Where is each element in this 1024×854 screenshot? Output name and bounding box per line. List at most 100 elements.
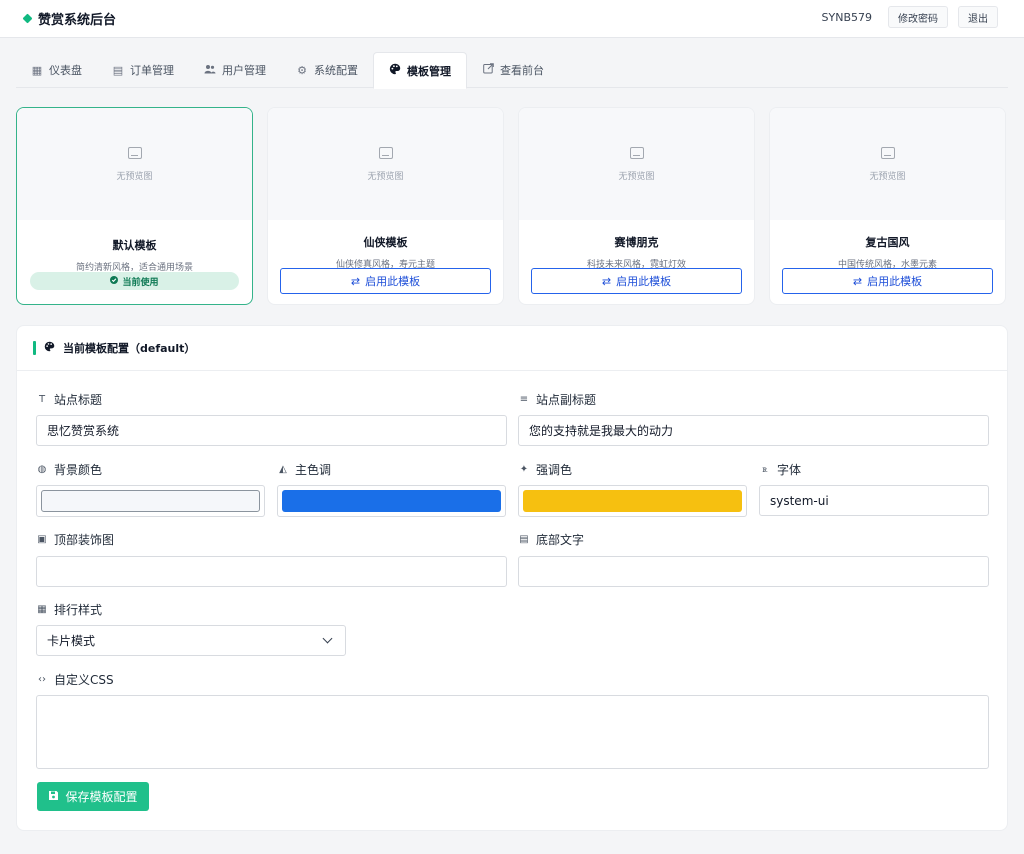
preview-placeholder-text: 无预览图 bbox=[367, 171, 404, 182]
footer-text-label: ▤ 底部文字 bbox=[519, 531, 584, 548]
tab-label: 系统配置 bbox=[314, 64, 358, 77]
custom-css-label: ‹› 自定义CSS bbox=[37, 671, 114, 688]
label-text: 强调色 bbox=[536, 463, 573, 477]
bg-color-picker[interactable] bbox=[36, 485, 265, 517]
panel-header: 当前模板配置（default） bbox=[17, 326, 1007, 371]
check-circle-icon bbox=[110, 275, 119, 287]
ranking-style-select[interactable]: 卡片模式 bbox=[36, 625, 346, 656]
document-icon: ▤ bbox=[519, 534, 529, 545]
label-text: 顶部装饰图 bbox=[54, 533, 115, 547]
button-label: 保存模板配置 bbox=[65, 790, 138, 804]
template-preview: 无预览图 bbox=[770, 108, 1005, 220]
tab-dashboard[interactable]: ▦ 仪表盘 bbox=[16, 52, 97, 88]
image-icon bbox=[880, 146, 895, 159]
select-value: 卡片模式 bbox=[47, 634, 96, 648]
label-text: 背景颜色 bbox=[54, 463, 103, 477]
preview-placeholder-text: 无预览图 bbox=[116, 171, 153, 182]
image-icon bbox=[127, 146, 142, 159]
top-bar: 赞赏系统后台 SYNB579 修改密码 退出 bbox=[0, 0, 1024, 38]
font-icon: ꭱ bbox=[762, 464, 768, 475]
primary-color-picker[interactable] bbox=[277, 485, 506, 517]
button-label: 启用此模板 bbox=[867, 275, 923, 288]
tab-label: 查看前台 bbox=[500, 64, 544, 77]
accent-color-swatch bbox=[523, 490, 742, 512]
tab-label: 订单管理 bbox=[130, 64, 174, 77]
image-icon: ▣ bbox=[37, 534, 47, 545]
chevron-down-icon bbox=[322, 633, 333, 644]
swap-icon: ⇄ bbox=[350, 274, 361, 288]
site-subtitle-label: ≡ 站点副标题 bbox=[519, 391, 596, 408]
palette-icon bbox=[389, 63, 401, 78]
label-text: 自定义CSS bbox=[54, 673, 114, 687]
custom-css-textarea[interactable] bbox=[36, 695, 989, 769]
template-title: 复古国风 bbox=[865, 236, 910, 249]
grid-icon: ▦ bbox=[37, 604, 47, 615]
site-title-input[interactable]: 思忆赞赏系统 bbox=[36, 415, 507, 446]
users-icon bbox=[204, 64, 216, 77]
template-title: 仙侠模板 bbox=[363, 236, 408, 249]
accent-color-picker[interactable] bbox=[518, 485, 747, 517]
site-title-label: T 站点标题 bbox=[37, 391, 102, 408]
change-password-button[interactable]: 修改密码 bbox=[888, 6, 948, 28]
logout-button[interactable]: 退出 bbox=[958, 6, 998, 28]
tab-orders[interactable]: ▤ 订单管理 bbox=[97, 52, 189, 88]
font-input[interactable]: system-ui bbox=[759, 485, 989, 516]
panel-title: 当前模板配置（default） bbox=[63, 342, 196, 355]
dashboard-icon: ▦ bbox=[31, 63, 43, 77]
accent-color-label: ✦ 强调色 bbox=[519, 461, 572, 478]
preview-placeholder-text: 无预览图 bbox=[869, 171, 906, 182]
primary-color-label: ◭ 主色调 bbox=[278, 461, 331, 478]
template-card-cyberpunk[interactable]: 无预览图 赛博朋克 科技未来风格，霓虹灯效 ⇄ 启用此模板 bbox=[518, 107, 755, 305]
template-card-default[interactable]: 无预览图 默认模板 简约清新风格，适合通用场景 当前使用 bbox=[16, 107, 253, 305]
template-card-xianxia[interactable]: 无预览图 仙侠模板 仙侠修真风格，寿元主题 ⇄ 启用此模板 bbox=[267, 107, 504, 305]
template-preview: 无预览图 bbox=[519, 108, 754, 220]
label-text: 底部文字 bbox=[536, 533, 585, 547]
accent-bar bbox=[33, 341, 36, 355]
ranking-style-label: ▦ 排行样式 bbox=[37, 601, 102, 618]
status-text: 当前使用 bbox=[122, 277, 159, 288]
label-text: 站点标题 bbox=[54, 393, 103, 407]
floppy-disk-icon bbox=[48, 790, 59, 804]
footer-text-input[interactable] bbox=[518, 556, 989, 587]
username: SYNB579 bbox=[821, 10, 872, 24]
label-text: 字体 bbox=[777, 463, 802, 477]
template-title: 赛博朋克 bbox=[614, 236, 659, 249]
bg-color-swatch bbox=[41, 490, 260, 512]
tab-template-management[interactable]: 模板管理 bbox=[373, 52, 467, 89]
code-icon: ‹› bbox=[38, 674, 46, 685]
save-template-config-button[interactable]: 保存模板配置 bbox=[37, 782, 149, 811]
primary-color-swatch bbox=[282, 490, 501, 512]
enable-template-button[interactable]: ⇄ 启用此模板 bbox=[531, 268, 742, 294]
subtitle-icon: ≡ bbox=[519, 394, 529, 405]
image-icon bbox=[378, 146, 393, 159]
text-icon: T bbox=[38, 394, 46, 405]
header-actions: SYNB579 修改密码 退出 bbox=[822, 6, 998, 28]
tab-users[interactable]: 用户管理 bbox=[189, 52, 281, 88]
header-image-input[interactable] bbox=[36, 556, 507, 587]
tab-label: 模板管理 bbox=[407, 64, 451, 78]
tab-label: 仪表盘 bbox=[49, 64, 82, 77]
main-tabs: ▦ 仪表盘 ▤ 订单管理 用户管理 ⚙ 系统配置 模板管理 查看前台 bbox=[16, 52, 1008, 89]
palette-icon bbox=[44, 341, 55, 355]
label-text: 主色调 bbox=[295, 463, 332, 477]
tab-view-frontend[interactable]: 查看前台 bbox=[467, 52, 559, 88]
template-title: 默认模板 bbox=[112, 239, 157, 252]
label-text: 站点副标题 bbox=[536, 393, 597, 407]
template-card-retro[interactable]: 无预览图 复古国风 中国传统风格，水墨元素 ⇄ 启用此模板 bbox=[769, 107, 1006, 305]
tab-system-config[interactable]: ⚙ 系统配置 bbox=[281, 52, 373, 88]
template-config-panel: 当前模板配置（default） T 站点标题 思忆赞赏系统 ≡ 站点副标题 您的… bbox=[16, 325, 1008, 831]
swap-icon: ⇄ bbox=[601, 274, 612, 288]
label-text: 排行样式 bbox=[54, 603, 103, 617]
app-title: 赞赏系统后台 bbox=[38, 13, 117, 28]
brand: 赞赏系统后台 bbox=[22, 9, 117, 28]
gear-icon: ⚙ bbox=[297, 63, 307, 77]
button-label: 启用此模板 bbox=[365, 275, 421, 288]
header-image-label: ▣ 顶部装饰图 bbox=[37, 531, 114, 548]
brand-diamond-icon bbox=[22, 13, 33, 24]
button-label: 启用此模板 bbox=[616, 275, 672, 288]
enable-template-button[interactable]: ⇄ 启用此模板 bbox=[280, 268, 491, 294]
site-subtitle-input[interactable]: 您的支持就是我最大的动力 bbox=[518, 415, 989, 446]
external-link-icon bbox=[482, 63, 494, 77]
enable-template-button[interactable]: ⇄ 启用此模板 bbox=[782, 268, 993, 294]
sparkle-icon: ✦ bbox=[519, 464, 529, 475]
